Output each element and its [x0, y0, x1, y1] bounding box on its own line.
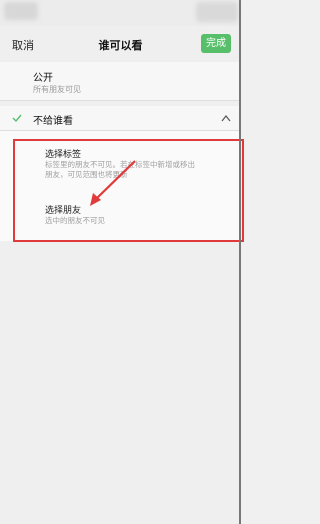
status-bar: [0, 0, 241, 26]
visibility-settings-screen: 取消 谁可以看 完成 公开 所有朋友可见 不给谁看 选择标签 标签里的朋友不可见…: [0, 0, 244, 524]
nav-bar: 取消 谁可以看 完成: [0, 30, 241, 58]
option-public-subtitle: 所有朋友可见: [33, 85, 81, 94]
option-public[interactable]: 公开 所有朋友可见: [0, 62, 241, 100]
annotation-highlight-box: [13, 139, 244, 242]
divider: [0, 100, 241, 101]
right-edge-border: [239, 0, 241, 524]
check-icon: [12, 114, 22, 123]
chevron-up-icon: [221, 115, 231, 122]
option-hide-title: 不给谁看: [33, 116, 73, 127]
blurred-status-right: [196, 2, 238, 22]
option-public-title: 公开: [33, 73, 53, 84]
done-button[interactable]: 完成: [201, 34, 231, 53]
option-hide[interactable]: 不给谁看: [0, 106, 241, 130]
blurred-status-left: [4, 2, 38, 20]
